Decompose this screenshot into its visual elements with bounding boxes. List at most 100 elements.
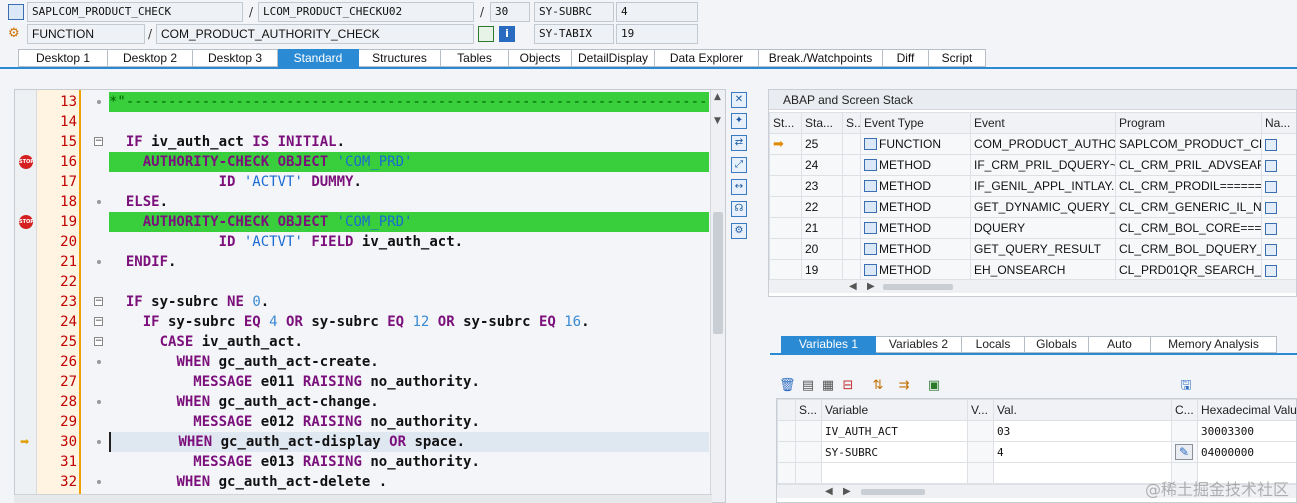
- variable-column-header[interactable]: Val.: [993, 399, 1172, 421]
- stack-column-header[interactable]: Sta...: [801, 112, 843, 134]
- navigate-icon[interactable]: [478, 26, 494, 42]
- stack-row[interactable]: 22 METHOD GET_DYNAMIC_QUERY_... CL_CRM_GENE…: [769, 196, 1296, 218]
- code-line[interactable]: *"--------------------------------------…: [109, 92, 709, 112]
- sy-subrc-value[interactable]: 4: [616, 2, 698, 22]
- navigate-source-icon[interactable]: [1265, 138, 1277, 151]
- code-line[interactable]: CASE iv_auth_act.: [109, 332, 709, 352]
- code-line[interactable]: ID 'ACTVT' DUMMY.: [109, 172, 709, 192]
- variable-tab-globals[interactable]: Globals: [1025, 336, 1089, 353]
- stack-column-header[interactable]: Program: [1115, 112, 1262, 134]
- variable-row[interactable]: IV_AUTH_ACT 03 30003300: [777, 420, 1296, 442]
- code-line[interactable]: MESSAGE e013 RAISING no_authority.: [109, 452, 709, 472]
- variable-tab-memory-analysis[interactable]: Memory Analysis: [1151, 336, 1277, 353]
- code-line[interactable]: WHEN gc_auth_act-change.: [109, 392, 709, 412]
- variable-column-header[interactable]: V...: [967, 399, 994, 421]
- scroll-down-icon[interactable]: ▼: [713, 116, 722, 126]
- code-line[interactable]: WHEN gc_auth_act-delete .: [109, 472, 709, 492]
- navigate-source-icon[interactable]: [1265, 222, 1277, 235]
- code-line[interactable]: AUTHORITY-CHECK OBJECT 'COM_PRD': [109, 212, 709, 232]
- stack-column-header[interactable]: Event Type: [860, 112, 971, 134]
- tab-break-watchpoints[interactable]: Break./Watchpoints: [759, 49, 883, 67]
- resize-icon[interactable]: ↔: [731, 179, 747, 195]
- code-line[interactable]: WHEN gc_auth_act-display OR space.: [109, 432, 709, 452]
- fold-toggle-icon[interactable]: −: [94, 337, 103, 346]
- tab-data-explorer[interactable]: Data Explorer: [655, 49, 759, 67]
- variable-row[interactable]: SY-SUBRC 4 ✎ 04000000: [777, 441, 1296, 463]
- tab-standard[interactable]: Standard: [278, 49, 359, 67]
- delete-icon[interactable]: 🗑: [779, 378, 796, 394]
- stack-row[interactable]: ➡ 25 FUNCTION COM_PRODUCT_AUTHO... SAPLCOM_P…: [769, 133, 1296, 155]
- navigate-source-icon[interactable]: [1265, 243, 1277, 256]
- tab-detaildisplay[interactable]: DetailDisplay: [572, 49, 655, 67]
- code-line[interactable]: IF sy-subrc NE 0.: [109, 292, 709, 312]
- tab-tables[interactable]: Tables: [441, 49, 509, 67]
- stack-column-header[interactable]: S...: [842, 112, 861, 134]
- variable-column-header[interactable]: C...: [1171, 399, 1198, 421]
- insert-row-icon[interactable]: ▦: [820, 378, 836, 394]
- code-line[interactable]: WHEN gc_auth_act-create.: [109, 352, 709, 372]
- code-line[interactable]: ID 'ACTVT' FIELD iv_auth_act.: [109, 232, 709, 252]
- code-line[interactable]: IF iv_auth_act IS INITIAL.: [109, 132, 709, 152]
- source-editor[interactable]: ▲ ▼ 13 *"--------------------------------…: [14, 89, 726, 503]
- fold-toggle-icon[interactable]: −: [94, 297, 103, 306]
- stack-row[interactable]: 19 METHOD EH_ONSEARCH CL_PRD01QR_SEARCH_I..…: [769, 259, 1296, 281]
- tab-structures[interactable]: Structures: [359, 49, 441, 67]
- tab-desktop-3[interactable]: Desktop 3: [193, 49, 278, 67]
- navigate-source-icon[interactable]: [1265, 264, 1277, 277]
- variable-tab-locals[interactable]: Locals: [962, 336, 1025, 353]
- tab-diff[interactable]: Diff: [883, 49, 929, 67]
- stack-horizontal-scrollbar[interactable]: ◀ ▶: [769, 279, 1296, 293]
- tab-script[interactable]: Script: [929, 49, 986, 67]
- variable-value[interactable]: 03: [997, 425, 1010, 438]
- stack-column-header[interactable]: Event: [970, 112, 1116, 134]
- scroll-up-icon[interactable]: ▲: [713, 92, 722, 102]
- navigate-source-icon[interactable]: [1265, 201, 1277, 214]
- sort-icon[interactable]: ⇅: [870, 378, 886, 394]
- variable-tab-auto[interactable]: Auto: [1089, 336, 1151, 353]
- stack-row[interactable]: 23 METHOD IF_GENIL_APPL_INTLAY... CL_CRM_PR…: [769, 175, 1296, 197]
- import-icon[interactable]: ▤: [800, 378, 816, 394]
- close-icon[interactable]: ✕: [731, 92, 747, 108]
- fold-toggle-icon[interactable]: −: [94, 137, 103, 146]
- code-line[interactable]: [109, 272, 709, 292]
- variable-name[interactable]: SY-SUBRC: [825, 446, 878, 459]
- variable-tab-variables-1[interactable]: Variables 1: [781, 336, 876, 353]
- stack-column-header[interactable]: Na...: [1261, 112, 1296, 134]
- code-line[interactable]: AUTHORITY-CHECK OBJECT 'COM_PRD': [109, 152, 709, 172]
- scroll-thumb[interactable]: [713, 212, 723, 334]
- variable-column-header[interactable]: Variable: [821, 399, 968, 421]
- include-field[interactable]: LCOM_PRODUCT_CHECKU02: [258, 2, 474, 22]
- service-icon[interactable]: ☊: [731, 201, 747, 217]
- remove-row-icon[interactable]: ⊟: [840, 378, 856, 394]
- tab-desktop-2[interactable]: Desktop 2: [108, 49, 193, 67]
- folder-icon[interactable]: ▣: [926, 378, 942, 394]
- swap-tool-icon[interactable]: ⇄: [731, 135, 747, 151]
- code-line[interactable]: IF sy-subrc EQ 4 OR sy-subrc EQ 12 OR sy…: [109, 312, 709, 332]
- variable-column-header[interactable]: S...: [795, 399, 822, 421]
- maximize-icon[interactable]: ⤢: [731, 157, 747, 173]
- variable-tab-variables-2[interactable]: Variables 2: [876, 336, 962, 353]
- breakpoint-stop-icon[interactable]: STOP: [19, 155, 34, 169]
- stack-row[interactable]: 21 METHOD DQUERY CL_CRM_BOL_CORE====...: [769, 217, 1296, 239]
- tab-objects[interactable]: Objects: [509, 49, 572, 67]
- edit-pencil-icon[interactable]: ✎: [1175, 444, 1193, 460]
- sy-tabix-value[interactable]: 19: [616, 24, 698, 44]
- tab-desktop-1[interactable]: Desktop 1: [18, 49, 108, 67]
- info-icon[interactable]: i: [499, 26, 515, 42]
- stack-row[interactable]: 24 METHOD IF_CRM_PRIL_DQUERY~... CL_CRM_PRI…: [769, 154, 1296, 176]
- transfer-icon[interactable]: ⇉: [896, 378, 912, 394]
- program-field[interactable]: SAPLCOM_PRODUCT_CHECK: [27, 2, 243, 22]
- function-name-field[interactable]: COM_PRODUCT_AUTHORITY_CHECK: [156, 24, 474, 44]
- save-icon[interactable]: 🖫: [1178, 378, 1194, 394]
- breakpoint-stop-icon[interactable]: STOP: [19, 215, 34, 229]
- stack-row[interactable]: 20 METHOD GET_QUERY_RESULT CL_CRM_BOL_DQUER…: [769, 238, 1296, 260]
- settings-icon[interactable]: ⚙: [731, 223, 747, 239]
- new-tool-icon[interactable]: ✦: [731, 113, 747, 129]
- code-line[interactable]: ENDIF.: [109, 252, 709, 272]
- code-line[interactable]: [109, 112, 709, 132]
- navigate-source-icon[interactable]: [1265, 180, 1277, 193]
- variable-value[interactable]: 4: [997, 446, 1004, 459]
- variable-column-header[interactable]: Hexadecimal Valu: [1197, 399, 1296, 421]
- code-line[interactable]: MESSAGE e012 RAISING no_authority.: [109, 412, 709, 432]
- navigate-source-icon[interactable]: [1265, 159, 1277, 172]
